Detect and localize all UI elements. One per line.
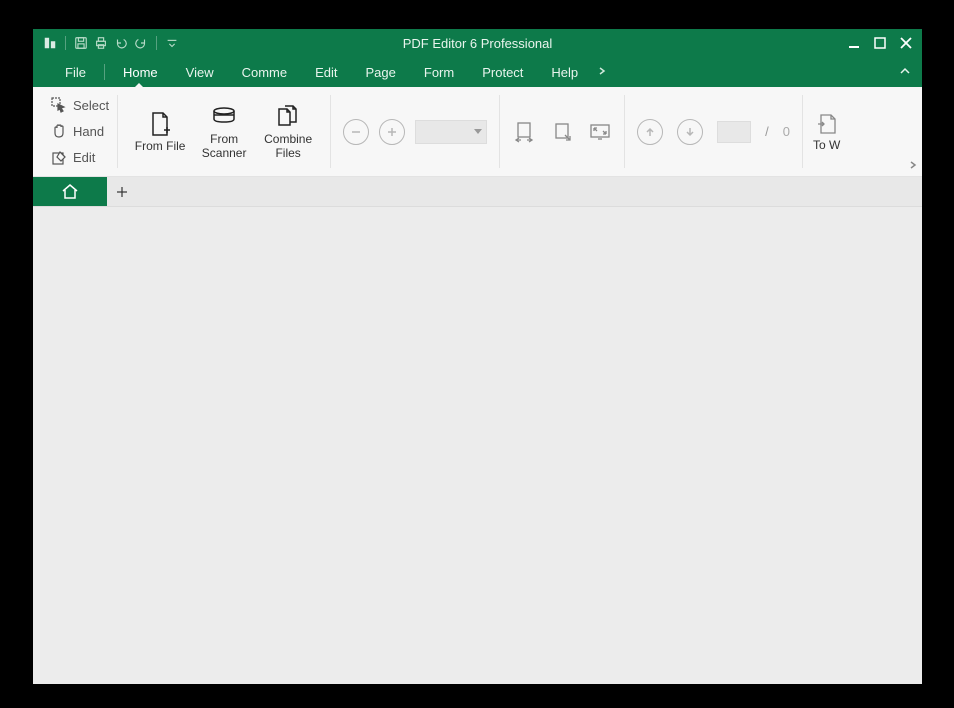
redo-icon[interactable] xyxy=(134,36,148,50)
menu-label: View xyxy=(186,65,214,80)
combine-files-button[interactable]: Combine Files xyxy=(258,91,318,172)
button-label: To W xyxy=(813,138,840,152)
hand-tool[interactable]: Hand xyxy=(51,119,109,143)
zoom-level-combo[interactable] xyxy=(415,120,487,144)
fit-screen-button[interactable] xyxy=(588,120,612,144)
prev-page-button[interactable] xyxy=(637,119,663,145)
home-tab[interactable] xyxy=(33,177,107,206)
menu-protect[interactable]: Protect xyxy=(468,57,537,87)
menu-label: Home xyxy=(123,65,158,80)
save-icon[interactable] xyxy=(74,36,88,50)
app-logo-icon xyxy=(43,36,57,50)
menu-help[interactable]: Help xyxy=(537,57,592,87)
menu-view[interactable]: View xyxy=(172,57,228,87)
from-scanner-button[interactable]: From Scanner xyxy=(194,91,254,172)
close-button[interactable] xyxy=(894,33,918,53)
zoom-group xyxy=(335,87,495,176)
menu-label: Help xyxy=(551,65,578,80)
quick-access-toolbar xyxy=(33,36,179,50)
create-group: From File From Scanner Combine Files xyxy=(122,87,326,176)
app-window: PDF Editor 6 Professional File Home View… xyxy=(33,29,922,684)
menu-comment[interactable]: Comme xyxy=(228,57,302,87)
separator xyxy=(104,64,105,80)
select-tool[interactable]: Select xyxy=(51,93,109,117)
minimize-button[interactable] xyxy=(842,33,866,53)
from-file-button[interactable]: From File xyxy=(130,91,190,172)
undo-icon[interactable] xyxy=(114,36,128,50)
ribbon: Select Hand Edit From File From Scanner xyxy=(33,87,922,177)
titlebar: PDF Editor 6 Professional xyxy=(33,29,922,57)
menu-label: Page xyxy=(366,65,396,80)
document-area xyxy=(33,207,922,684)
separator xyxy=(802,95,803,168)
separator xyxy=(330,95,331,168)
menu-label: File xyxy=(65,65,86,80)
page-number-input[interactable] xyxy=(717,121,751,143)
page-nav-group: / 0 xyxy=(629,87,798,176)
separator xyxy=(117,95,118,168)
menu-page[interactable]: Page xyxy=(352,57,410,87)
selection-tools-group: Select Hand Edit xyxy=(33,87,113,176)
menu-home[interactable]: Home xyxy=(109,57,172,87)
print-icon[interactable] xyxy=(94,36,108,50)
tool-label: Edit xyxy=(73,150,95,165)
ribbon-overflow-icon[interactable] xyxy=(904,160,922,176)
fit-page-button[interactable] xyxy=(550,120,574,144)
next-page-button[interactable] xyxy=(677,119,703,145)
window-title: PDF Editor 6 Professional xyxy=(403,36,553,51)
page-total: 0 xyxy=(783,124,790,139)
separator xyxy=(156,36,157,50)
tool-label: Select xyxy=(73,98,109,113)
separator xyxy=(624,95,625,168)
zoom-in-button[interactable] xyxy=(379,119,405,145)
button-label: Combine Files xyxy=(264,133,312,159)
collapse-ribbon-icon[interactable] xyxy=(898,64,912,81)
menu-label: Protect xyxy=(482,65,523,80)
menu-overflow-icon[interactable] xyxy=(598,66,606,79)
menu-label: Form xyxy=(424,65,454,80)
menu-label: Comme xyxy=(242,65,288,80)
maximize-button[interactable] xyxy=(868,33,892,53)
chevron-down-icon xyxy=(474,129,482,134)
menubar: File Home View Comme Edit Page Form Prot… xyxy=(33,57,922,87)
separator xyxy=(65,36,66,50)
button-label: From Scanner xyxy=(202,133,247,159)
document-tabstrip xyxy=(33,177,922,207)
menu-label: Edit xyxy=(315,65,337,80)
fit-group xyxy=(504,87,620,176)
window-controls xyxy=(842,33,922,53)
menu-edit[interactable]: Edit xyxy=(301,57,351,87)
fit-width-button[interactable] xyxy=(512,120,536,144)
new-tab-button[interactable] xyxy=(107,177,137,206)
to-word-button[interactable]: To W xyxy=(807,87,846,176)
menu-form[interactable]: Form xyxy=(410,57,468,87)
button-label: From File xyxy=(135,140,186,153)
zoom-out-button[interactable] xyxy=(343,119,369,145)
customize-qat-icon[interactable] xyxy=(165,36,179,50)
edit-tool[interactable]: Edit xyxy=(51,146,109,170)
menu-file[interactable]: File xyxy=(51,57,100,87)
separator xyxy=(499,95,500,168)
tool-label: Hand xyxy=(73,124,104,139)
page-separator: / xyxy=(765,124,769,139)
